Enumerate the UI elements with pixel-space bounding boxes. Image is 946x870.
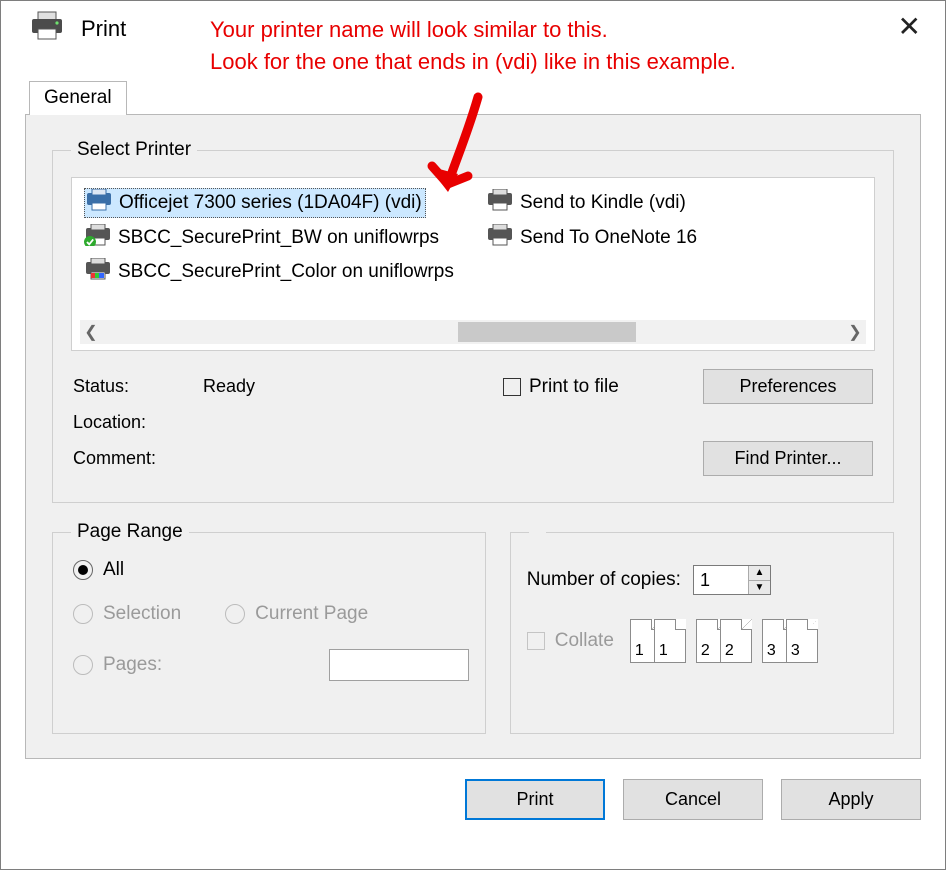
spin-up-icon[interactable]: ▲: [749, 566, 770, 581]
radio-current-page-label: Current Page: [255, 603, 368, 625]
scroll-left-icon[interactable]: ❮: [80, 321, 102, 343]
print-to-file-checkbox[interactable]: Print to file: [503, 376, 703, 398]
collate-preview-1: 1 1: [630, 619, 686, 663]
radio-all[interactable]: All: [73, 559, 469, 581]
printer-generic-icon: [486, 189, 514, 217]
page-range-group: Page Range All Selection Current Page Pa…: [52, 521, 486, 734]
copies-label: Number of copies:: [527, 569, 681, 591]
printer-list-hscrollbar[interactable]: ❮ ❯: [80, 320, 866, 344]
apply-button[interactable]: Apply: [781, 779, 921, 820]
printer-label: SBCC_SecurePrint_BW on uniflowrps: [118, 227, 439, 249]
printer-item-onenote[interactable]: Send To OneNote 16: [486, 224, 862, 252]
printer-label: SBCC_SecurePrint_Color on uniflowrps: [118, 261, 454, 283]
radio-icon: [73, 560, 93, 580]
checkbox-icon: [503, 378, 521, 396]
printer-item-secure-color[interactable]: SBCC_SecurePrint_Color on uniflowrps: [84, 258, 460, 286]
copies-input[interactable]: [694, 566, 748, 594]
preferences-button[interactable]: Preferences: [703, 369, 873, 404]
radio-selection-label: Selection: [103, 603, 181, 625]
collate-preview-2: 2 2: [696, 619, 752, 663]
cancel-button[interactable]: Cancel: [623, 779, 763, 820]
printer-generic-icon: [486, 224, 514, 252]
status-label: Status:: [73, 376, 203, 397]
page-range-legend: Page Range: [71, 521, 189, 543]
scroll-thumb[interactable]: [458, 322, 636, 342]
print-button[interactable]: Print: [465, 779, 605, 820]
printer-label: Send to Kindle (vdi): [520, 192, 686, 214]
radio-pages: Pages:: [73, 649, 469, 681]
spin-down-icon[interactable]: ▼: [749, 581, 770, 595]
printer-label: Officejet 7300 series (1DA04F) (vdi): [119, 192, 422, 214]
cancel-button-label: Cancel: [665, 789, 721, 809]
status-value: Ready: [203, 376, 503, 397]
collate-checkbox: Collate 1 1 2 2 3 3: [527, 619, 877, 663]
find-printer-button[interactable]: Find Printer...: [703, 441, 873, 476]
printer-default-icon: [84, 224, 112, 252]
printer-item-secure-bw[interactable]: SBCC_SecurePrint_BW on uniflowrps: [84, 224, 460, 252]
select-printer-group: Select Printer Officejet 7300 series (1D…: [52, 139, 894, 503]
radio-icon: [225, 604, 245, 624]
mini-page: 3: [786, 619, 818, 663]
comment-label: Comment:: [73, 448, 203, 469]
mini-page: 2: [720, 619, 752, 663]
radio-all-label: All: [103, 559, 124, 581]
radio-selection: Selection: [73, 603, 181, 625]
radio-pages-label: Pages:: [103, 654, 162, 676]
printer-label: Send To OneNote 16: [520, 227, 697, 249]
mini-page: 1: [654, 619, 686, 663]
find-printer-label: Find Printer...: [734, 448, 841, 468]
collate-preview-3: 3 3: [762, 619, 818, 663]
apply-button-label: Apply: [828, 789, 873, 809]
select-printer-legend: Select Printer: [71, 139, 197, 161]
print-to-file-label: Print to file: [529, 376, 619, 398]
titlebar: Print ✕: [1, 1, 945, 52]
pages-input: [329, 649, 469, 681]
printer-inkjet-icon: [85, 189, 113, 217]
radio-current-page: Current Page: [225, 603, 368, 625]
printer-item-kindle[interactable]: Send to Kindle (vdi): [486, 188, 862, 218]
tab-body: Select Printer Officejet 7300 series (1D…: [25, 114, 921, 759]
checkbox-icon: [527, 632, 545, 650]
printer-list[interactable]: Officejet 7300 series (1DA04F) (vdi) Sen…: [71, 177, 875, 351]
preferences-label: Preferences: [739, 376, 836, 396]
location-label: Location:: [73, 412, 203, 433]
collate-label: Collate: [555, 630, 614, 652]
scroll-track[interactable]: [102, 320, 844, 344]
tab-general-label: General: [44, 87, 112, 108]
tab-general[interactable]: General: [29, 81, 127, 115]
close-button[interactable]: ✕: [898, 13, 921, 41]
printer-color-icon: [84, 258, 112, 286]
printer-icon: [29, 11, 65, 46]
copies-group: . Number of copies: ▲ ▼ Collate 1 1: [510, 521, 894, 734]
window-title: Print: [81, 16, 126, 42]
printer-item-officejet[interactable]: Officejet 7300 series (1DA04F) (vdi): [84, 188, 426, 218]
tab-row: General: [29, 80, 945, 114]
copies-spinner[interactable]: ▲ ▼: [693, 565, 771, 595]
scroll-right-icon[interactable]: ❯: [844, 321, 866, 343]
radio-icon: [73, 655, 93, 675]
radio-icon: [73, 604, 93, 624]
print-button-label: Print: [516, 789, 553, 809]
dialog-button-bar: Print Cancel Apply: [1, 779, 921, 838]
